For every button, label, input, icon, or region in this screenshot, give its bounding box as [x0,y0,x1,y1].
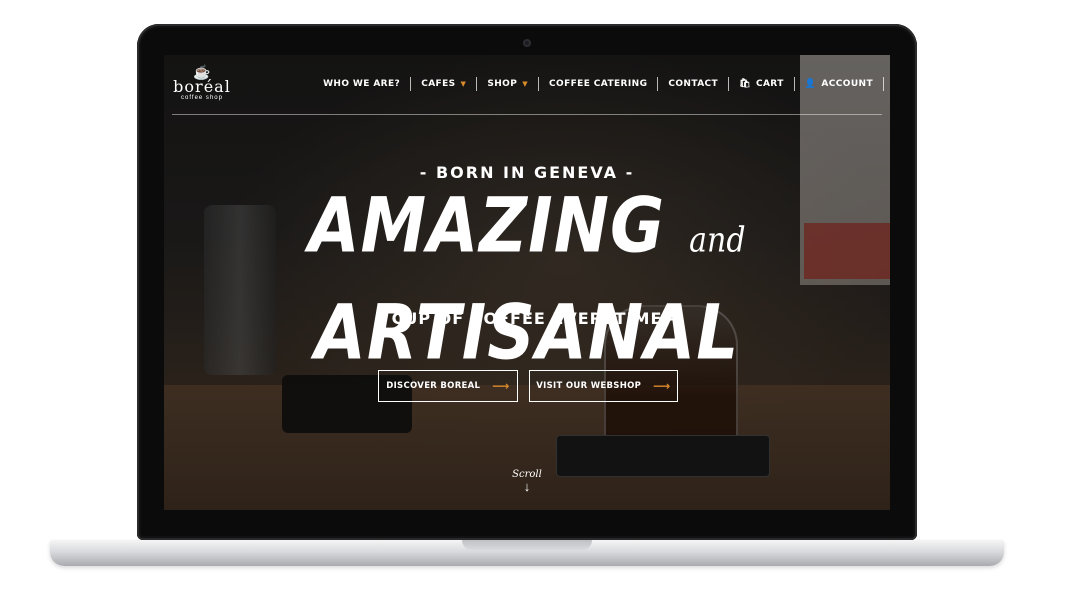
caret-down-icon: ▼ [460,80,467,88]
headline-left: AMAZING [308,181,666,270]
header-divider [172,114,882,115]
logo-name: boréal [173,77,231,96]
arrow-right-icon: ⟶ [653,379,671,393]
site-logo[interactable]: ☕ boréal coffee shop [172,65,232,101]
website-screen: ☕ boréal coffee shop WHO WE ARE? CAFES ▼… [164,55,890,510]
visit-webshop-button[interactable]: VISIT OUR WEBSHOP ⟶ [529,370,678,402]
laptop-base [50,540,1004,566]
bag-icon: 🛍 [739,79,751,89]
discover-boreal-button[interactable]: DISCOVER BOREAL ⟶ [378,370,518,402]
main-nav: WHO WE ARE? CAFES ▼ SHOP ▼ COFFEE CATERI… [313,77,884,91]
scroll-indicator[interactable]: Scroll ↓ [164,469,890,494]
nav-item-cafes[interactable]: CAFES ▼ [411,77,478,91]
nav-item-contact[interactable]: CONTACT [658,77,730,91]
nav-label: ACCOUNT [821,79,873,89]
nav-label: CONTACT [668,79,719,89]
nav-label: WHO WE ARE? [323,79,401,89]
nav-label: COFFEE CATERING [549,79,648,89]
button-label: DISCOVER BOREAL [386,381,481,391]
nav-item-cart[interactable]: 🛍 CART [729,77,795,91]
hero-subline: - CUP OF COFFEE EVERYTIME - [377,309,677,328]
nav-item-shop[interactable]: SHOP ▼ [477,77,540,91]
nav-item-coffee-catering[interactable]: COFFEE CATERING [539,77,659,91]
nav-item-who-we-are[interactable]: WHO WE ARE? [313,77,412,91]
headline-right: ARTISANAL [314,288,740,377]
hero-headline: AMAZING and ARTISANAL [164,180,890,379]
user-icon: 👤 [804,79,817,89]
button-label: VISIT OUR WEBSHOP [536,381,642,391]
laptop-notch [462,540,592,550]
nav-label: CART [755,79,784,89]
camera-icon [523,39,531,47]
nav-label: SHOP [487,79,518,89]
arrow-down-icon: ↓ [523,479,531,494]
nav-item-account[interactable]: 👤 ACCOUNT [795,77,884,91]
arrow-right-icon: ⟶ [492,379,510,393]
caret-down-icon: ▼ [522,80,529,88]
headline-and: and [689,220,746,261]
nav-label: CAFES [421,79,456,89]
